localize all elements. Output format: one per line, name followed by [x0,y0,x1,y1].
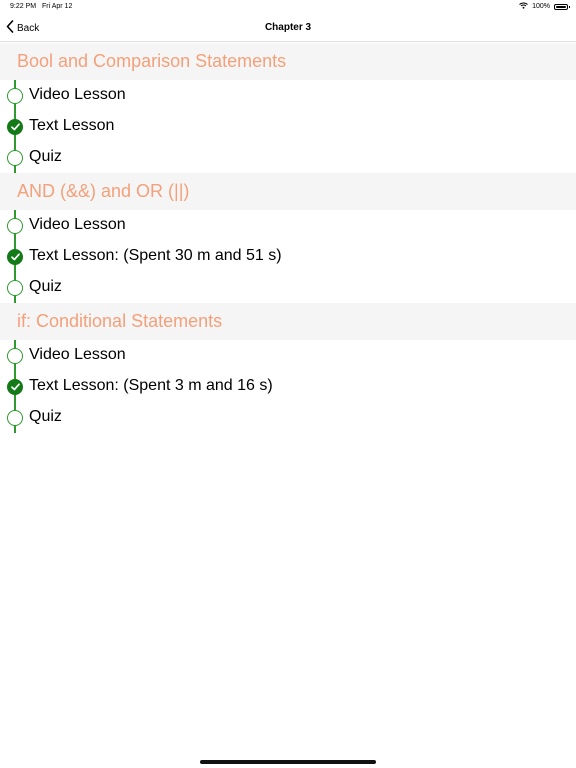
battery-percent: 100% [532,3,550,10]
lesson-item-quiz[interactable]: Quiz [0,142,576,173]
status-time: 9:22 PM [10,3,37,10]
checkmark-icon [7,249,23,265]
status-date: Fri Apr 12 [42,3,73,10]
lesson-label: Video Lesson [29,346,126,363]
lesson-item-video[interactable]: Video Lesson [0,80,576,111]
lesson-label: Video Lesson [29,216,126,233]
page-title: Chapter 3 [264,22,312,33]
lesson-item-quiz[interactable]: Quiz [0,402,576,433]
status-right: 100% [519,2,570,11]
lesson-label: Quiz [29,278,62,295]
section: AND (&&) and OR (||) Video Lesson Text L… [0,173,576,303]
lesson-item-video[interactable]: Video Lesson [0,210,576,241]
section-items: Video Lesson Text Lesson: (Spent 30 m an… [0,210,576,303]
lesson-label: Text Lesson: (Spent 30 m and 51 s) [29,247,282,264]
incomplete-circle-icon [7,410,23,426]
section-header: AND (&&) and OR (||) [0,173,576,210]
section-header: if: Conditional Statements [0,303,576,340]
section: Bool and Comparison Statements Video Les… [0,43,576,173]
section-items: Video Lesson Text Lesson Quiz [0,80,576,173]
checkmark-icon [7,379,23,395]
section-title: AND (&&) and OR (||) [17,181,190,201]
battery-fill [556,5,566,8]
section-title: Bool and Comparison Statements [17,51,287,71]
section-items: Video Lesson Text Lesson: (Spent 3 m and… [0,340,576,433]
lesson-item-text[interactable]: Text Lesson: (Spent 3 m and 16 s) [0,371,576,402]
lesson-label: Text Lesson: (Spent 3 m and 16 s) [29,377,273,394]
wifi-icon [519,2,528,11]
incomplete-circle-icon [7,150,23,166]
incomplete-circle-icon [7,280,23,296]
lesson-item-text[interactable]: Text Lesson [0,111,576,142]
lesson-label: Video Lesson [29,86,126,103]
battery-icon [554,3,570,10]
lesson-label: Quiz [29,148,62,165]
lesson-list: Bool and Comparison Statements Video Les… [0,43,576,433]
incomplete-circle-icon [7,88,23,104]
home-indicator[interactable] [200,760,376,764]
section-header: Bool and Comparison Statements [0,43,576,80]
section-title: if: Conditional Statements [17,311,223,331]
incomplete-circle-icon [7,348,23,364]
checkmark-icon [7,119,23,135]
lesson-item-quiz[interactable]: Quiz [0,272,576,303]
section: if: Conditional Statements Video Lesson … [0,303,576,433]
lesson-item-text[interactable]: Text Lesson: (Spent 30 m and 51 s) [0,241,576,272]
navigation-bar: Back Chapter 3 [0,14,576,42]
incomplete-circle-icon [7,218,23,234]
lesson-label: Text Lesson [29,117,115,134]
lesson-label: Quiz [29,408,62,425]
status-bar: 9:22 PM Fri Apr 12 100% [0,0,576,14]
lesson-item-video[interactable]: Video Lesson [0,340,576,371]
